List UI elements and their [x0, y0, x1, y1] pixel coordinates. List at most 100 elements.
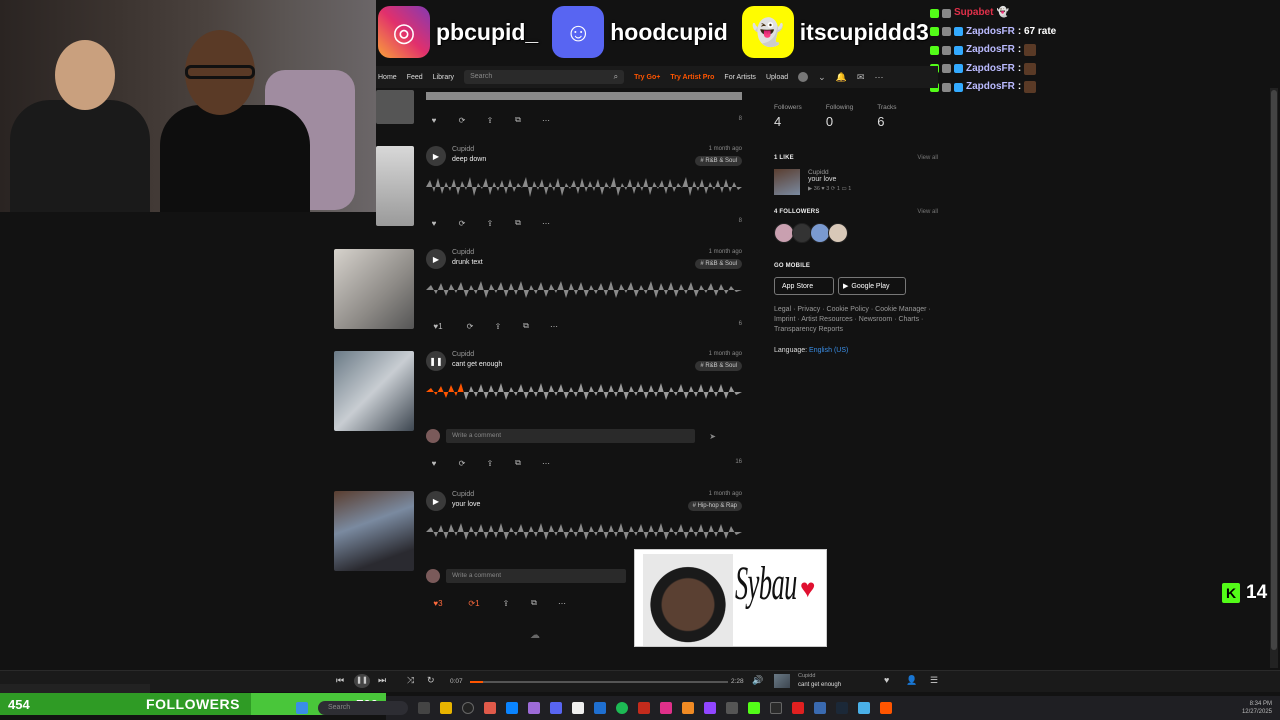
system-tray[interactable]: 8:34 PM 12/27/2025 [1242, 700, 1272, 716]
track-artist[interactable]: Cupidd [452, 491, 474, 498]
more-icon[interactable]: ⋯ [554, 596, 570, 610]
app-store-button[interactable]: App Store [774, 277, 834, 295]
follow-icon[interactable]: 👤 [906, 675, 917, 686]
more-icon[interactable]: ⋯ [546, 319, 562, 333]
copy-link-icon[interactable]: ⧉ [518, 319, 534, 333]
comment-input[interactable]: Write a comment [446, 429, 696, 443]
view-all-followers-link[interactable]: View all [917, 209, 938, 215]
track-artwork[interactable] [334, 249, 414, 329]
mail-icon[interactable]: ✉ [857, 72, 865, 83]
soundcloud-icon[interactable] [880, 702, 892, 714]
waveform[interactable] [426, 277, 742, 303]
share-icon[interactable]: ⇪ [482, 216, 498, 230]
like-icon[interactable]: ♥ [884, 675, 889, 685]
app-icon[interactable] [594, 702, 606, 714]
genre-tag[interactable]: # Hip-hop & Rap [687, 501, 742, 511]
app-icon[interactable] [726, 702, 738, 714]
track-title[interactable]: cant get enough [452, 361, 502, 368]
genre-tag[interactable]: # R&B & Soul [695, 156, 742, 166]
app-icon[interactable] [484, 702, 496, 714]
app-icon[interactable] [858, 702, 870, 714]
more-icon[interactable]: ⋯ [538, 113, 554, 127]
terminal-icon[interactable] [770, 702, 782, 714]
share-icon[interactable]: ⇪ [498, 596, 514, 610]
spotify-icon[interactable] [616, 702, 628, 714]
followers-stat[interactable]: Followers 4 [774, 104, 802, 129]
track-artwork[interactable] [334, 491, 414, 571]
progress-bar[interactable] [470, 681, 728, 683]
edge-icon[interactable] [506, 702, 518, 714]
repost-icon[interactable]: ⟳ [462, 319, 478, 333]
now-playing-artist[interactable]: Cupidd [798, 673, 815, 679]
track-artist[interactable]: Cupidd [452, 249, 474, 256]
queue-icon[interactable]: ☰ [930, 675, 938, 686]
chevron-down-icon[interactable]: ⌄ [818, 72, 826, 83]
pause-button[interactable]: ❚❚ [354, 674, 370, 688]
avatar[interactable] [798, 72, 809, 82]
comment-input[interactable]: Write a comment [446, 569, 626, 583]
repost-icon[interactable]: ⟳ [454, 456, 470, 470]
now-playing-title[interactable]: cant get enough [798, 682, 841, 688]
task-view-icon[interactable] [418, 702, 430, 714]
waveform[interactable] [426, 90, 742, 102]
like-button[interactable]: ♥ 1 [426, 319, 450, 333]
taskbar-search[interactable]: Search [318, 701, 408, 715]
like-button[interactable]: ♥ 3 [426, 596, 450, 610]
twitch-icon[interactable] [704, 702, 716, 714]
repost-button[interactable]: ⟳ 1 [462, 596, 486, 610]
track-artwork[interactable] [376, 146, 414, 226]
app-icon[interactable] [638, 702, 650, 714]
like-icon[interactable]: ♥ [426, 216, 442, 230]
follower-avatar[interactable] [809, 223, 830, 243]
pause-button[interactable]: ❚❚ [426, 351, 446, 371]
play-button[interactable]: ▶ [426, 146, 446, 166]
view-all-likes-link[interactable]: View all [917, 155, 938, 161]
track-title[interactable]: drunk text [452, 259, 483, 266]
volume-icon[interactable]: 🔊 [752, 675, 763, 686]
liked-track[interactable]: Cupidd your love ▶ 36 ♥ 3 ⟳ 1 ▭ 1 [774, 169, 944, 195]
track-artist[interactable]: Cupidd [452, 351, 474, 358]
app-icon[interactable] [792, 702, 804, 714]
send-icon[interactable]: ➤ [709, 432, 716, 441]
app-icon[interactable] [682, 702, 694, 714]
genre-tag[interactable]: # R&B & Soul [695, 361, 742, 371]
file-explorer-icon[interactable] [440, 702, 452, 714]
kick-icon[interactable] [748, 702, 760, 714]
track-title[interactable]: deep down [452, 156, 486, 163]
footer-links[interactable]: Legal · Privacy · Cookie Policy · Cookie… [774, 305, 940, 335]
app-icon[interactable] [660, 702, 672, 714]
previous-icon[interactable]: ⏮ [336, 675, 344, 686]
bell-icon[interactable]: 🔔 [836, 72, 847, 83]
track-artist[interactable]: Cupidd [452, 146, 474, 153]
repost-icon[interactable]: ⟳ [454, 113, 470, 127]
copy-link-icon[interactable]: ⧉ [510, 113, 526, 127]
track-artwork[interactable] [334, 351, 414, 431]
copy-link-icon[interactable]: ⧉ [510, 456, 526, 470]
language-link[interactable]: English (US) [809, 347, 848, 354]
copy-link-icon[interactable]: ⧉ [510, 216, 526, 230]
app-icon[interactable] [528, 702, 540, 714]
share-icon[interactable]: ⇪ [482, 456, 498, 470]
app-icon[interactable] [814, 702, 826, 714]
following-stat[interactable]: Following 0 [826, 104, 853, 129]
repeat-icon[interactable]: ↻ [427, 675, 435, 686]
track-title[interactable]: your love [452, 501, 480, 508]
copy-link-icon[interactable]: ⧉ [526, 596, 542, 610]
waveform[interactable] [426, 519, 742, 545]
chrome-icon[interactable] [462, 702, 474, 714]
like-icon[interactable]: ♥ [426, 456, 442, 470]
track-artwork[interactable] [376, 90, 414, 124]
follower-avatar[interactable] [827, 223, 848, 243]
more-icon[interactable]: ⋯ [538, 456, 554, 470]
repost-icon[interactable]: ⟳ [454, 216, 470, 230]
tracks-stat[interactable]: Tracks 6 [877, 104, 896, 129]
play-button[interactable]: ▶ [426, 491, 446, 511]
more-icon[interactable]: ⋯ [874, 72, 883, 83]
follower-avatar[interactable] [791, 223, 812, 243]
share-icon[interactable]: ⇪ [482, 113, 498, 127]
like-icon[interactable]: ♥ [426, 113, 442, 127]
waveform[interactable] [426, 174, 742, 200]
start-icon[interactable] [296, 702, 308, 714]
discord-icon[interactable] [550, 702, 562, 714]
more-icon[interactable]: ⋯ [538, 216, 554, 230]
